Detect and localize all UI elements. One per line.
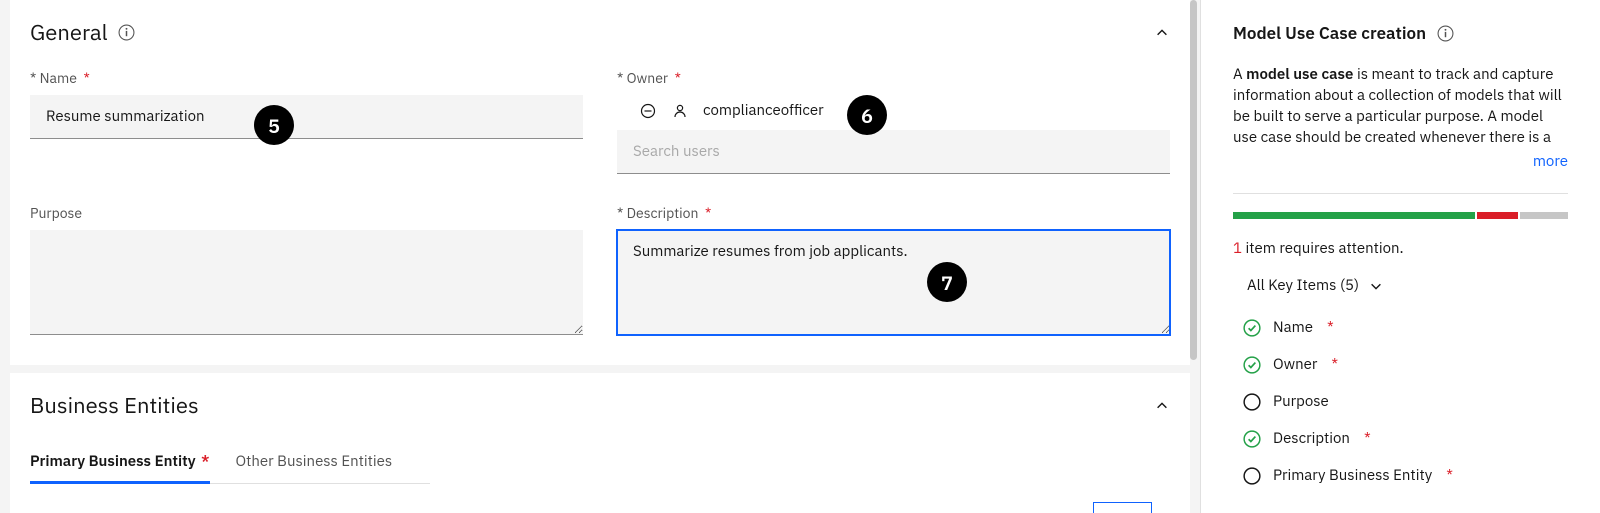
tab-other-entities[interactable]: Other Business Entities (236, 442, 393, 483)
check-circle-icon (1243, 319, 1261, 337)
scrollbar[interactable] (1190, 0, 1197, 360)
description-label: Description (617, 204, 1170, 222)
business-entities-header: Business Entities (30, 391, 1170, 420)
callout-badge-7: 7 (927, 262, 967, 302)
entity-tabs: Primary Business Entity * Other Business… (30, 442, 430, 484)
purpose-label: Purpose (30, 204, 583, 222)
chevron-down-icon (1367, 277, 1385, 295)
key-items-list: Name* Owner* Purpose Description* Primar… (1233, 309, 1568, 494)
progress-bar (1233, 212, 1568, 219)
owner-value: complianceofficer (703, 101, 824, 120)
key-items-toggle[interactable]: All Key Items (5) (1233, 276, 1568, 295)
more-link[interactable]: more (1233, 152, 1568, 171)
key-item-owner[interactable]: Owner* (1243, 346, 1568, 383)
attention-text: 1 item requires attention. (1233, 239, 1568, 258)
tab-primary-entity[interactable]: Primary Business Entity * (30, 442, 210, 484)
sidebar: Model Use Case creation A model use case… (1200, 0, 1600, 513)
purpose-textarea[interactable] (30, 230, 583, 335)
owner-search-input[interactable] (617, 130, 1170, 174)
info-icon[interactable] (118, 24, 136, 42)
business-entities-title: Business Entities (30, 391, 199, 420)
remove-owner-icon[interactable] (639, 102, 657, 120)
key-item-primary-entity[interactable]: Primary Business Entity* (1243, 457, 1568, 494)
user-icon (671, 102, 689, 120)
check-circle-icon (1243, 356, 1261, 374)
name-label: Name (30, 69, 583, 87)
key-item-description[interactable]: Description* (1243, 420, 1568, 457)
check-circle-icon (1243, 430, 1261, 448)
general-header: General (30, 18, 1170, 47)
add-entity-button[interactable]: Add (1093, 502, 1152, 513)
name-input[interactable] (30, 95, 583, 139)
business-entities-panel: Business Entities Primary Business Entit… (10, 373, 1190, 513)
sidebar-title: Model Use Case creation (1233, 22, 1426, 44)
general-title: General (30, 18, 108, 47)
collapse-icon[interactable] (1154, 25, 1170, 41)
key-item-name[interactable]: Name* (1243, 309, 1568, 346)
progress-segment-attention (1477, 212, 1517, 219)
owner-label: Owner (617, 69, 1170, 87)
callout-badge-6: 6 (847, 95, 887, 135)
divider (1233, 193, 1568, 194)
key-item-purpose[interactable]: Purpose (1243, 383, 1568, 420)
progress-segment-remaining (1520, 212, 1568, 219)
progress-segment-complete (1233, 212, 1475, 219)
empty-circle-icon (1243, 467, 1261, 485)
owner-chip[interactable]: complianceofficer (617, 95, 1170, 130)
empty-circle-icon (1243, 393, 1261, 411)
general-panel: General Name 5 Owner (10, 0, 1190, 365)
callout-badge-5: 5 (254, 105, 294, 145)
description-textarea[interactable] (617, 230, 1170, 335)
info-icon[interactable] (1436, 24, 1454, 42)
sidebar-description: A model use case is meant to track and c… (1233, 64, 1568, 148)
collapse-icon[interactable] (1154, 398, 1170, 414)
